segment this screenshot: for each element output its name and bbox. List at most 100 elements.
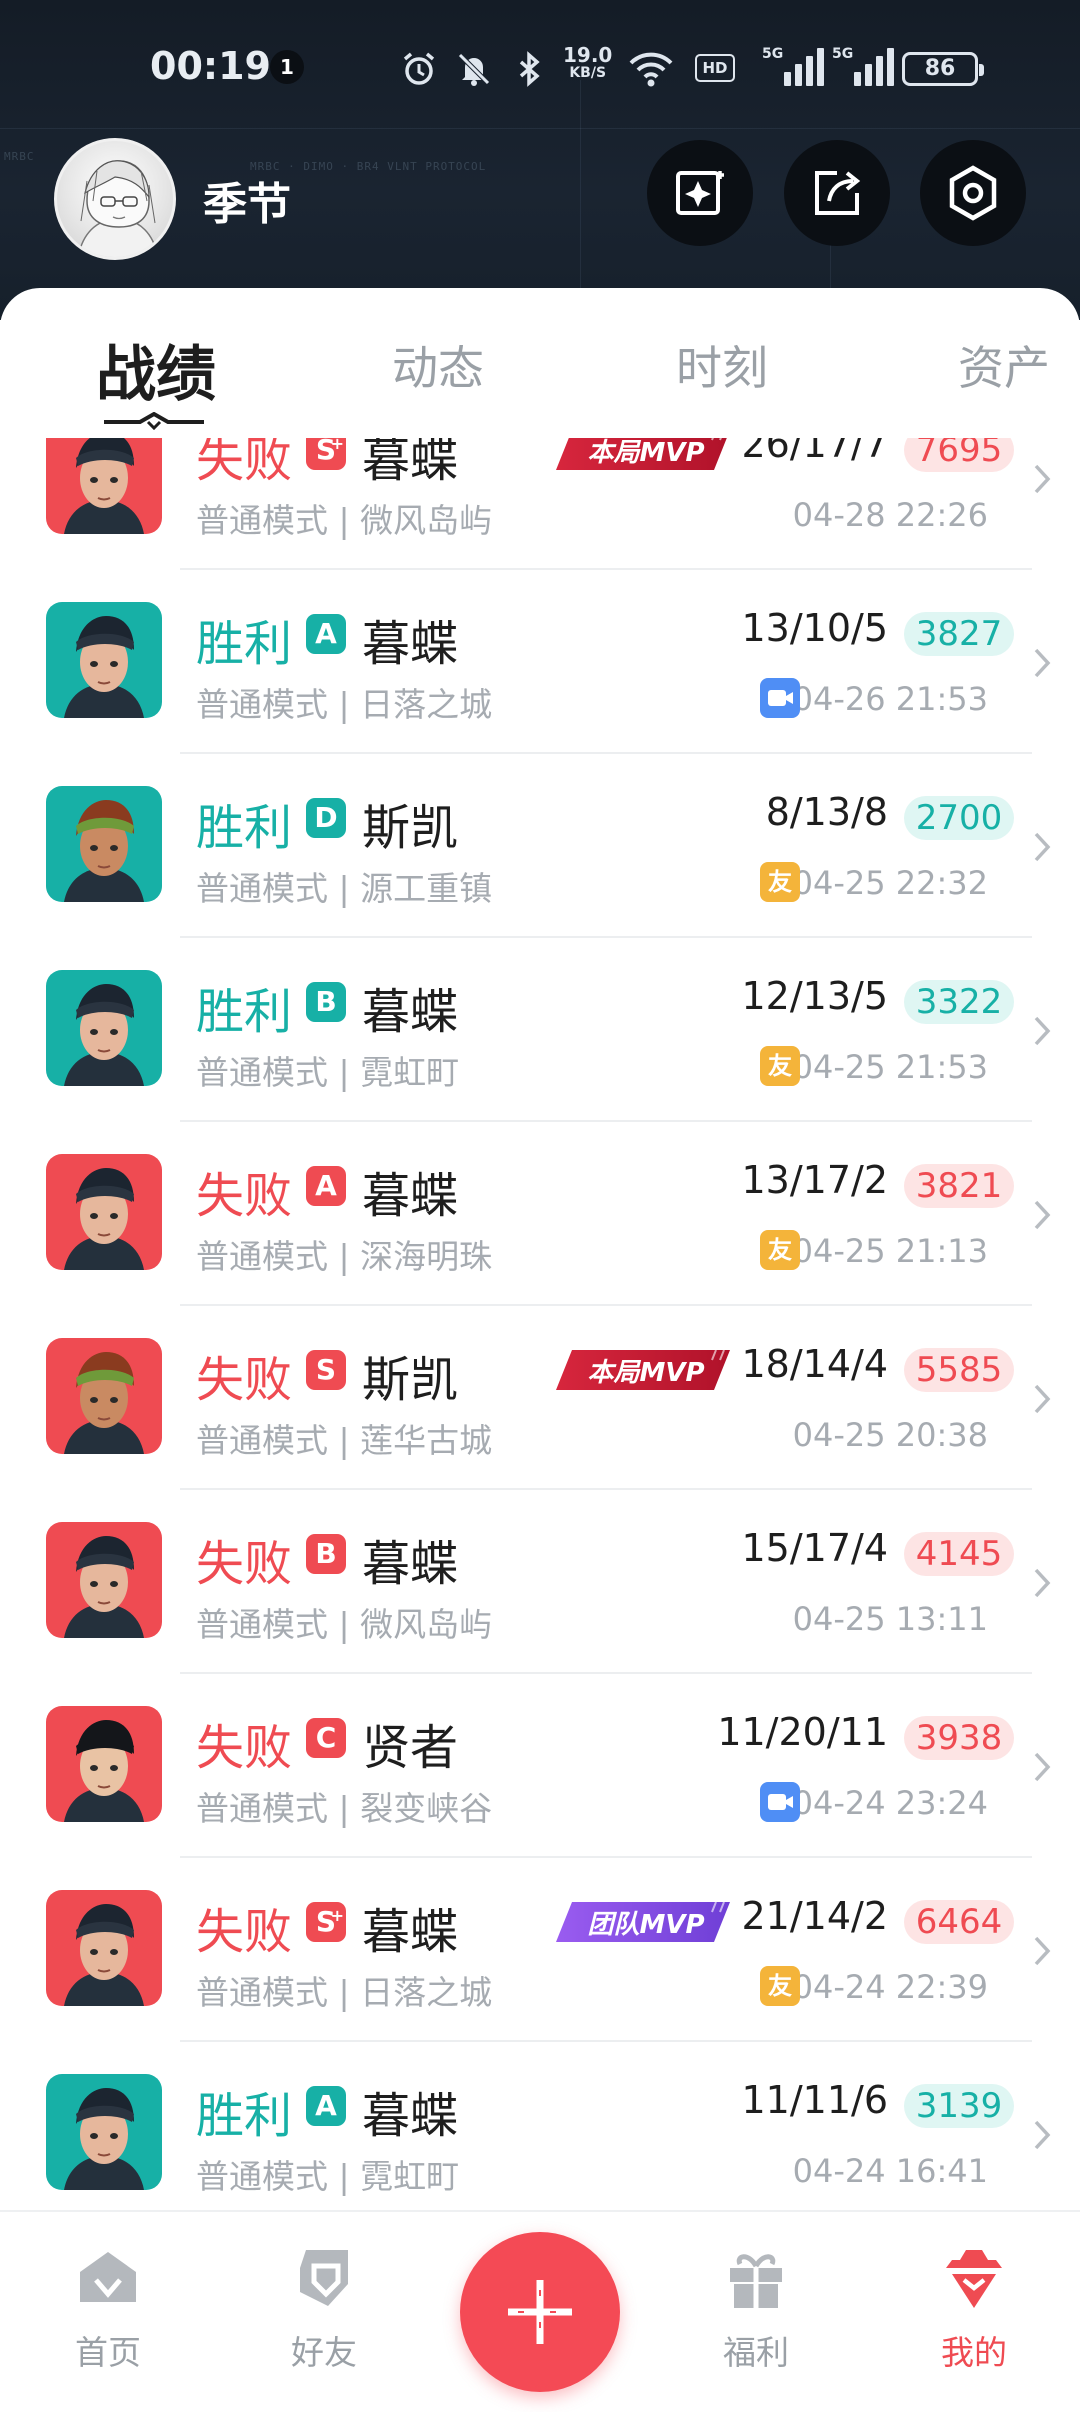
signal-bar (854, 72, 861, 86)
signal-bar (795, 64, 802, 86)
mvp-label: 本局MVP (587, 1358, 705, 1388)
match-score: 6464 (904, 1900, 1014, 1944)
video-replay-icon[interactable] (760, 678, 800, 718)
match-date: 04-28 22:26 (792, 496, 988, 534)
match-date: 04-25 20:38 (792, 1416, 988, 1454)
video-replay-icon[interactable] (760, 1782, 800, 1822)
match-row[interactable]: 胜利 A 暮蝶 普通模式 | 日落之城 13/10/5 3827 04-26 21:53 (0, 602, 1080, 786)
signal-strength-sim1: 5G (762, 46, 832, 90)
chevron-right-icon (1034, 648, 1051, 678)
app-root: MRBC · DIMO · BR4 VLNT PROTOCOL MRBC 00:… (0, 0, 1080, 2412)
match-grade: B (315, 985, 337, 1018)
team-mvp-badge: 团队MVP (556, 1898, 734, 1946)
match-date: 04-25 21:13 (792, 1232, 988, 1270)
home-icon (80, 2252, 136, 2302)
nav-profile[interactable]: 我的 (904, 2242, 1044, 2374)
match-grade-badge: A (306, 2086, 346, 2126)
share-button[interactable] (784, 140, 890, 246)
ai-highlight-button[interactable] (647, 140, 753, 246)
signal-bar (865, 64, 872, 86)
tab-assets[interactable]: 资产 (958, 332, 1050, 398)
hero-name: 暮蝶 (362, 1904, 459, 1960)
match-result: 失败 (196, 1904, 293, 1960)
hero-name: 暮蝶 (362, 984, 459, 1040)
match-date: 04-24 22:39 (792, 1968, 988, 2006)
match-row[interactable]: 失败 C 贤者 普通模式 | 裂变峡谷 11/20/11 3938 04-24 23:24 (0, 1706, 1080, 1890)
kda-stats: 13/10/5 (741, 606, 889, 650)
friend-tag-icon: 友 (760, 1230, 800, 1270)
mvp-label: 本局MVP (587, 438, 705, 468)
hero-portrait (46, 2074, 162, 2190)
match-score: 3322 (904, 980, 1014, 1024)
kda-stats: 15/17/4 (741, 1526, 889, 1570)
tab-feed[interactable]: 动态 (392, 332, 484, 398)
match-result: 失败 (196, 1352, 293, 1408)
nav-friends[interactable]: 好友 (254, 2242, 394, 2374)
match-date: 04-25 22:32 (792, 864, 988, 902)
match-score: 3821 (904, 1164, 1014, 1208)
row-divider (180, 2040, 1032, 2042)
signal-bar (817, 48, 824, 86)
mode-and-map: 普通模式 | 霓虹町 (196, 2157, 460, 2196)
hero-name: 暮蝶 (362, 2088, 459, 2144)
gift-icon (730, 2254, 782, 2308)
friend-tag-label: 友 (768, 868, 792, 896)
profile-agent-icon (946, 2250, 1002, 2308)
decor-text: MRBC (4, 150, 35, 163)
row-divider (180, 568, 1032, 570)
kda-stats: 21/14/2 (741, 1894, 889, 1938)
match-row[interactable]: 失败 B 暮蝶 普通模式 | 微风岛屿 15/17/4 4145 04-25 13:11 (0, 1522, 1080, 1706)
match-score: 5585 (904, 1348, 1014, 1392)
match-row[interactable]: 胜利 D 斯凯 普通模式 | 源工重镇 8/13/8 2700 04-25 22:32 友 (0, 786, 1080, 970)
hero-name: 暮蝶 (362, 1536, 459, 1592)
chevron-right-icon (1034, 1936, 1051, 1966)
tab-records[interactable]: 战绩 (96, 326, 216, 413)
match-row[interactable]: 胜利 B 暮蝶 普通模式 | 霓虹町 12/13/5 3322 04-25 21:53 友 (0, 970, 1080, 1154)
match-grade-badge: B (306, 1534, 346, 1574)
hero-name: 贤者 (362, 1720, 459, 1776)
mvp-label: 团队MVP (587, 1910, 705, 1940)
mode-and-map: 普通模式 | 深海明珠 (196, 1237, 493, 1276)
nav-benefits[interactable]: 福利 (686, 2242, 826, 2374)
grade-plus-icon: + (330, 1906, 344, 1925)
gear-icon (949, 165, 997, 221)
mode-and-map: 普通模式 | 日落之城 (196, 685, 493, 724)
match-result: 胜利 (196, 984, 293, 1040)
hero-name: 斯凯 (362, 800, 459, 856)
signal-bar (887, 48, 894, 86)
mode-and-map: 普通模式 | 微风岛屿 (196, 501, 493, 540)
match-grade: A (315, 2089, 337, 2122)
chevron-right-icon (1034, 832, 1051, 862)
match-row[interactable]: 失败 S + 暮蝶 普通模式 | 日落之城 21/14/2 6464 04-24 22:39 友… (0, 1890, 1080, 2074)
sim1-network-type: 5G (762, 46, 784, 62)
plus-icon (508, 2280, 572, 2344)
match-row[interactable]: 失败 A 暮蝶 普通模式 | 深海明珠 13/17/2 3821 04-25 21:13 友 (0, 1154, 1080, 1338)
nav-home[interactable]: 首页 (38, 2242, 178, 2374)
decor-line (0, 128, 1080, 129)
avatar-portrait-icon (77, 160, 159, 257)
friend-tag-label: 友 (768, 1236, 792, 1264)
tab-bar: 战绩 动态 时刻 资产 (0, 288, 1080, 438)
hero-portrait (46, 438, 162, 534)
match-history-list[interactable]: 失败 S + 暮蝶 普通模式 | 微风岛屿 26/17/7 7695 04-28 22:26 本… (0, 438, 1080, 2210)
username: 季节 (203, 179, 291, 230)
match-row[interactable]: 失败 S 斯凯 普通模式 | 莲华古城 18/14/4 5585 04-25 20:38 本局… (0, 1338, 1080, 1522)
settings-button[interactable] (920, 140, 1026, 246)
match-row[interactable]: 胜利 A 暮蝶 普通模式 | 霓虹町 11/11/6 3139 04-24 16:41 (0, 2074, 1080, 2210)
hero-portrait (46, 786, 162, 902)
row-divider (180, 1856, 1032, 1858)
nav-friends-label: 好友 (291, 2333, 357, 2372)
match-result: 失败 (196, 1168, 293, 1224)
match-row[interactable]: 失败 S + 暮蝶 普通模式 | 微风岛屿 26/17/7 7695 04-28 22:26 本… (0, 438, 1080, 602)
mode-and-map: 普通模式 | 日落之城 (196, 1973, 493, 2012)
create-post-button[interactable] (460, 2232, 620, 2392)
kda-stats: 18/14/4 (741, 1342, 889, 1386)
tab-moments[interactable]: 时刻 (676, 332, 768, 398)
wifi-icon (628, 50, 674, 96)
chevron-right-icon (1034, 1200, 1051, 1230)
match-grade: C (315, 1721, 337, 1754)
user-avatar[interactable] (54, 138, 176, 260)
hd-voice-badge: HD (695, 54, 735, 82)
battery-indicator: 86 (902, 52, 984, 86)
match-score: 3938 (904, 1716, 1014, 1760)
